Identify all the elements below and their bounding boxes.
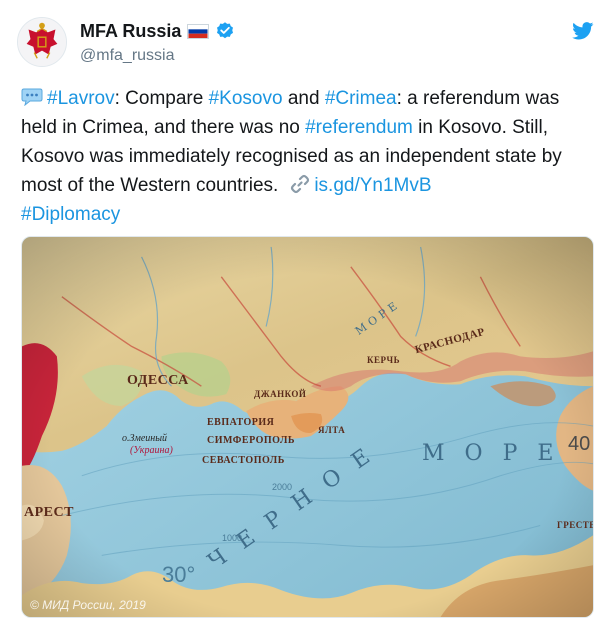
text-segment: and <box>282 88 325 109</box>
watermark: © МИД России, 2019 <box>30 598 146 612</box>
map-latitude-30: 30° <box>162 562 196 587</box>
speech-bubble-icon <box>21 88 43 106</box>
map-label-arest: АРЕСТ <box>24 505 74 520</box>
hashtag-crimea[interactable]: #Crimea <box>325 88 397 109</box>
map-depth-2000: 2000 <box>272 482 293 492</box>
map-depth-1000: 1000 <box>222 533 243 543</box>
map-label-yalta: ЯЛТА <box>318 425 346 435</box>
text-segment: : Compare <box>114 88 209 109</box>
map-label-zmeiny: о.Змеиный <box>122 433 168 444</box>
handle[interactable]: @mfa_russia <box>80 47 175 65</box>
short-link[interactable]: is.gd/Yn1MvB <box>314 175 431 196</box>
map-illustration <box>22 237 593 617</box>
map-label-ukraina: (Украина) <box>130 445 173 456</box>
map-label-sevastopol: СЕВАСТОПОЛЬ <box>202 455 285 466</box>
coat-of-arms-icon <box>18 18 66 66</box>
link-icon <box>291 174 310 194</box>
map-label-sea-more: МОРЕ <box>422 441 574 466</box>
russian-flag-icon <box>187 23 210 39</box>
map-label-greste: ГРЕСТЕ <box>557 520 594 530</box>
hashtag-lavrov[interactable]: #Lavrov <box>47 88 115 109</box>
map-latitude-40: 40 <box>568 433 591 455</box>
hashtag-referendum[interactable]: #referendum <box>305 117 413 138</box>
display-name[interactable]: MFA Russia <box>80 21 181 42</box>
tweet-card: MFA Russia @mfa_russia #Lavrov: Compare … <box>0 0 607 629</box>
map-label-kerch: КЕРЧЬ <box>367 355 401 365</box>
hashtag-diplomacy[interactable]: #Diplomacy <box>21 204 120 225</box>
map-label-evpatoria: ЕВПАТОРИЯ <box>207 417 275 428</box>
hashtag-kosovo[interactable]: #Kosovo <box>209 88 283 109</box>
map-image[interactable]: ОДЕССА ДЖАНКОЙ КЕРЧЬ КРАСНОДАР ЕВПАТОРИЯ… <box>21 236 594 618</box>
map-label-simferopol: СИМФЕРОПОЛЬ <box>207 435 296 446</box>
verified-icon <box>217 22 234 39</box>
map-label-odessa: ОДЕССА <box>127 373 189 388</box>
tweet-text: #Lavrov: Compare #Kosovo and #Crimea: a … <box>21 84 595 229</box>
name-row: MFA Russia <box>80 18 235 44</box>
twitter-bird-icon[interactable] <box>572 22 594 40</box>
avatar[interactable] <box>17 17 67 67</box>
map-label-dzhankoi: ДЖАНКОЙ <box>254 389 307 399</box>
